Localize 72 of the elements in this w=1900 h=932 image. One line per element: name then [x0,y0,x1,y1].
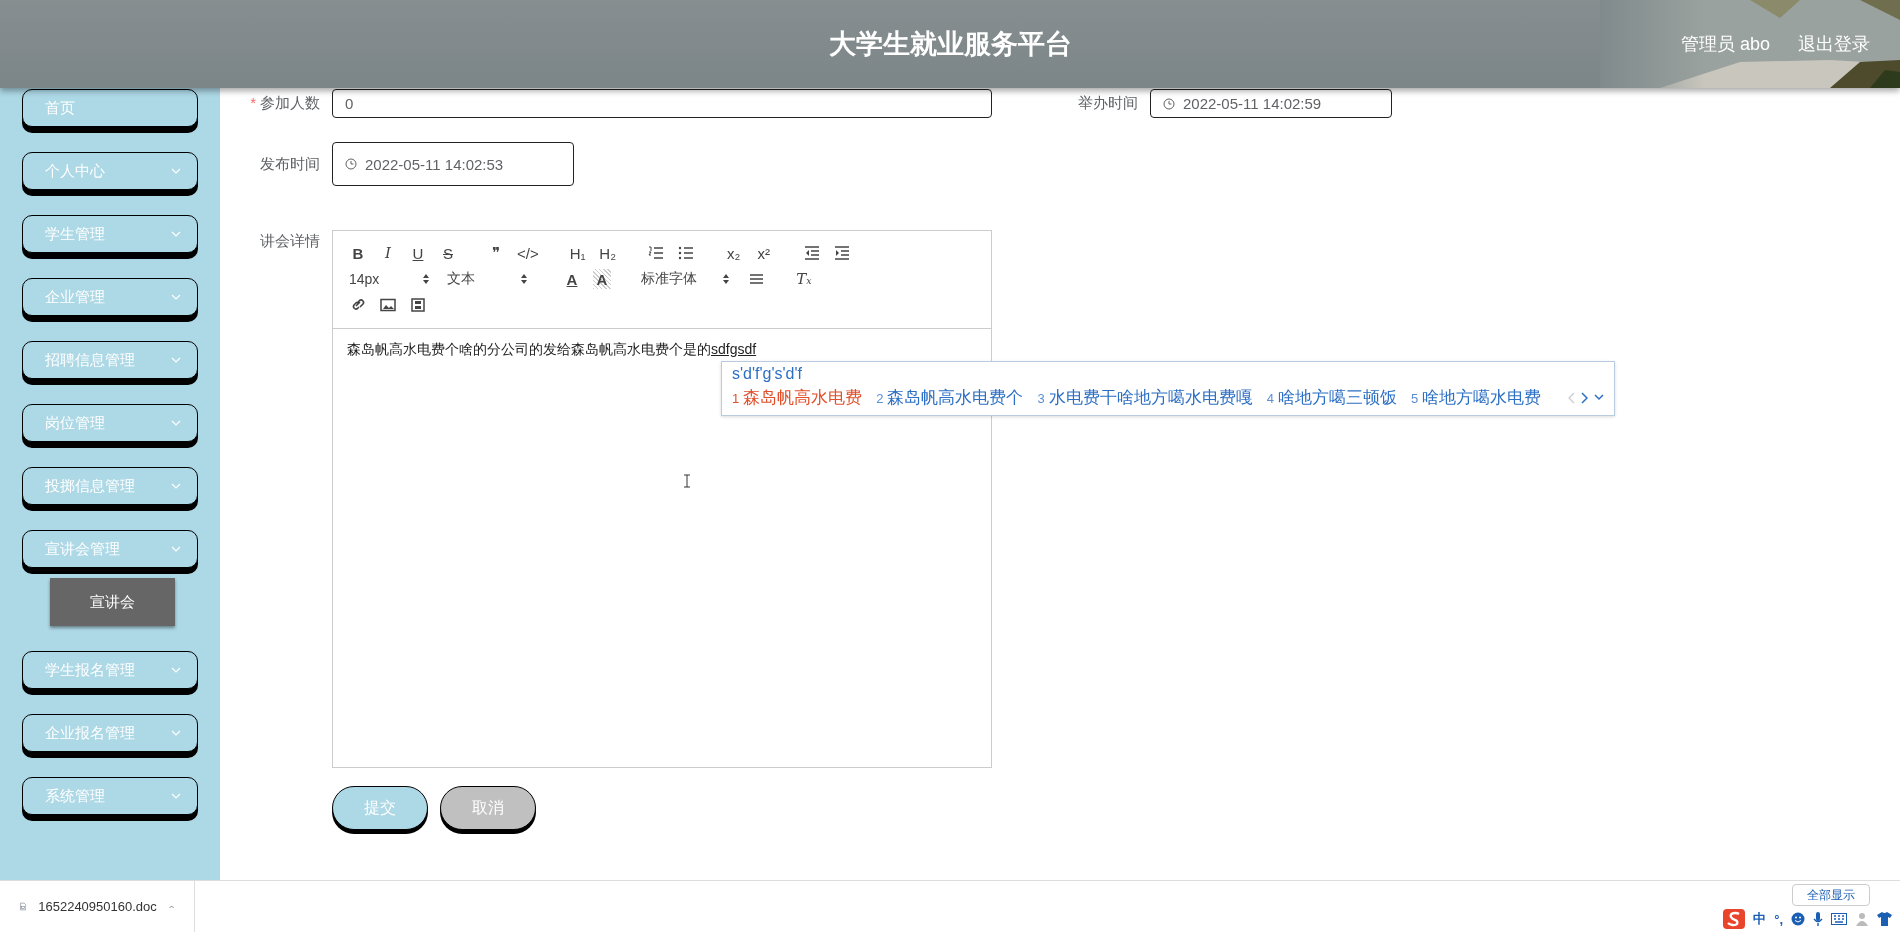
field-label: 讲会详情 [259,231,321,251]
ordered-list-icon [647,246,664,260]
shirt-icon[interactable] [1877,912,1892,926]
toolbar-button[interactable]: x₂ [724,243,743,263]
punctuation-mode[interactable]: °, [1774,911,1783,927]
up-down-icon [521,274,527,284]
toolbar-button[interactable]: S [439,243,457,263]
document-icon [20,899,27,914]
toolbar-button[interactable]: H₂ [598,243,617,263]
clock-icon [345,158,357,170]
chevron-down-icon [171,483,181,489]
ime-candidate[interactable]: 4 啥地方噶三顿饭 [1266,386,1397,409]
toolbar-button[interactable]: x² [754,243,773,263]
editor-text[interactable]: 森岛帆高水电费个啥的分公司的发给森岛帆高水电费个是的sdfgsdf [347,341,757,359]
show-all-button[interactable]: 全部显示 [1792,884,1870,906]
ime-candidate[interactable]: 2 森岛帆高水电费个 [876,386,1024,409]
chevron-down-icon [171,420,181,426]
smiley-icon[interactable] [1791,912,1805,926]
toolbar-button[interactable]: Tₓ [795,269,813,289]
ime-candidate[interactable]: 1 森岛帆高水电费 [732,386,863,409]
ime-candidate[interactable]: 3 水电费干啥地方噶水电费嘎 [1037,386,1253,409]
image-icon [380,298,396,312]
toolbar-button[interactable]: B [349,243,367,263]
ime-candidate[interactable]: 5 啥地方噶水电费 [1410,386,1542,409]
text-cursor-icon [683,474,691,488]
chevron-down-icon [171,546,181,552]
align-icon [748,272,764,286]
toolbar-button[interactable]: </> [517,243,539,263]
up-down-icon [723,274,729,284]
ime-mode[interactable]: 中 [1753,910,1767,928]
chevron-down-icon [171,793,181,799]
date-field[interactable]: 2022-05-11 14:02:53 [332,142,574,186]
toolbar-button[interactable]: H₁ [568,243,587,263]
field-label: 发布时间 [259,154,321,174]
clock-icon [1163,97,1175,110]
toolbar-button[interactable]: A [563,269,581,289]
ime-input-text: s'd'f'g's'd'f [732,365,803,383]
toolbar-button[interactable]: ❞ [487,243,505,263]
keyboard-icon[interactable] [1831,913,1847,925]
toolbar-button[interactable]: A [593,269,611,289]
input-field[interactable]: 0 [332,89,992,118]
chevron-down-icon [171,730,181,736]
video-icon [410,298,426,312]
toolbar-button[interactable]: I [379,243,397,263]
toolbar-button[interactable]: U [409,243,427,263]
file-name[interactable]: 1652240950160.doc [38,899,157,914]
up-down-icon [423,274,429,284]
dropdown[interactable]: 14px [349,269,429,289]
field-label: 举办时间 [1077,94,1139,113]
chevron-down-icon [171,667,181,673]
user-label: 管理员 abo [1680,33,1770,56]
site-title: 大学生就业服务平台 [828,28,1072,61]
field-label: * 参加人数 [249,94,321,113]
chevron-down-icon [171,294,181,300]
chevron-down-icon [171,168,181,174]
chevron-right-icon[interactable] [1581,391,1588,404]
microphone-icon[interactable] [1813,911,1823,927]
toolbar-button[interactable] [802,243,821,263]
ime-logo-icon[interactable] [1723,909,1746,929]
toolbar-button[interactable] [832,243,851,263]
dropdown[interactable]: 文本 [447,269,527,289]
indent-icon [833,246,850,260]
chevron-down-icon [171,357,181,363]
chevron-down-icon[interactable] [1594,394,1604,401]
dropdown[interactable]: 标准字体 [641,269,729,289]
date-field[interactable]: 2022-05-11 14:02:59 [1150,89,1392,118]
outdent-icon [803,246,820,260]
submenu-item[interactable]: 宣讲会 [50,578,175,626]
chevron-down-icon [171,231,181,237]
link-icon [350,298,366,312]
toolbar-button[interactable] [409,295,427,315]
bullet-list-icon [677,246,694,260]
